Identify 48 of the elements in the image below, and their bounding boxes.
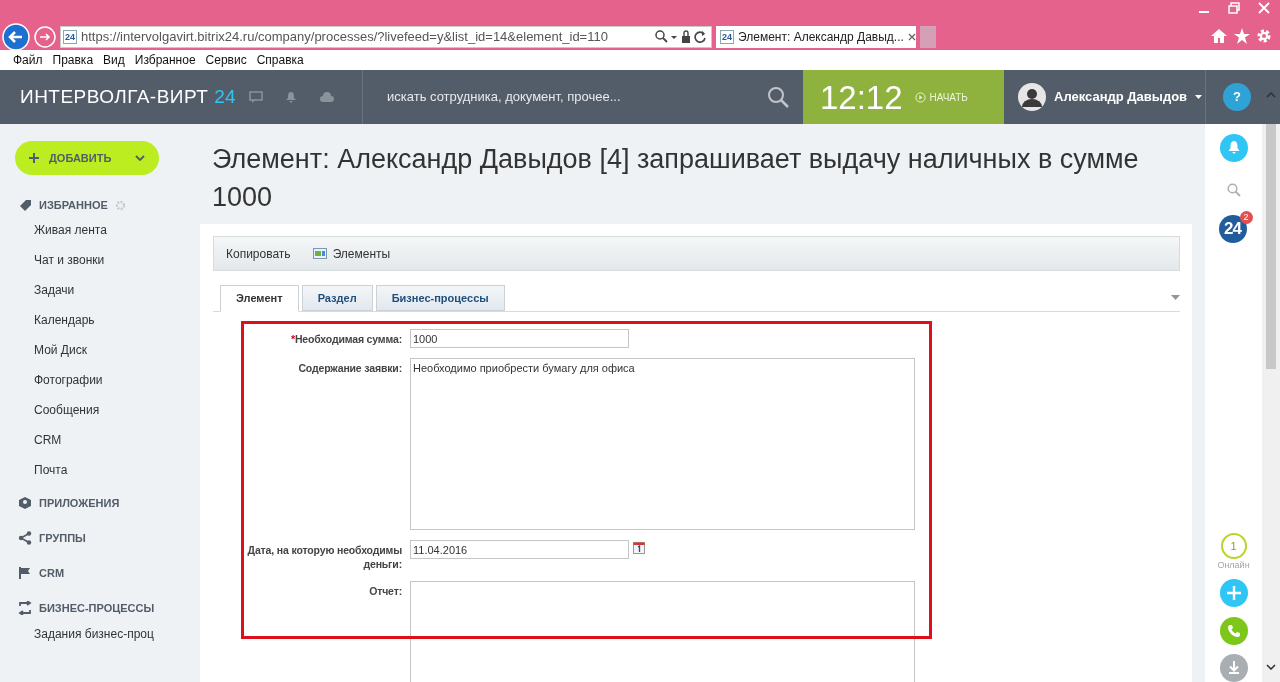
tab[interactable]: Раздел [301, 285, 373, 311]
sidebar-item[interactable]: Мой Диск [34, 342, 200, 358]
favicon: 24 [720, 30, 734, 44]
field-label: Содержание заявки: [297, 361, 402, 375]
section-title[interactable]: ГРУППЫ [39, 529, 86, 547]
url-text: https://intervolgavirt.bitrix24.ru/company/processes/?livefeed=y&list_id=14&element_id=110 [81, 28, 609, 47]
favicon: 24 [63, 30, 77, 44]
sidebar-item[interactable]: Задачи [34, 282, 200, 298]
text-area[interactable]: Необходимо приобрести бумагу для офиса [410, 358, 915, 530]
field-label: Дата, на которую необходимы деньги: [246, 543, 402, 571]
sidebar-item[interactable]: Почта [34, 462, 200, 478]
section-title[interactable]: БИЗНЕС-ПРОЦЕССЫ [39, 599, 155, 617]
menu-item[interactable]: Справка [256, 51, 304, 69]
menu-item[interactable]: Сервис [205, 51, 247, 69]
field-label: Отчет: [368, 584, 402, 598]
toolbar-button[interactable]: Элементы [312, 244, 391, 263]
tab[interactable]: Бизнес-процессы [375, 285, 505, 311]
sidebar-item[interactable]: Сообщения [34, 402, 200, 418]
user-name: Александр Давыдов [1054, 88, 1188, 107]
section-title[interactable]: ПРИЛОЖЕНИЯ [39, 494, 120, 512]
sidebar-item[interactable]: Чат и звонки [34, 252, 200, 268]
date-field[interactable]: 11.04.2016 [410, 540, 629, 559]
field-label: *Необходимая сумма: [289, 332, 402, 346]
section-title[interactable]: ИЗБРАННОЕ [39, 196, 108, 214]
add-button[interactable]: ДОБАВИТЬ [15, 141, 159, 175]
browser-tab[interactable]: 24 Элемент: Александр Давыд... [716, 26, 916, 48]
logo-text: ИНТЕРВОЛГА-ВИРТ [20, 84, 209, 109]
section-title[interactable]: CRM [39, 564, 65, 582]
sidebar-item[interactable]: CRM [34, 432, 200, 448]
search-field[interactable]: искать сотрудника, документ, прочее... [363, 70, 803, 124]
sidebar-item[interactable]: Фотографии [34, 372, 200, 388]
tab-title: Элемент: Александр Давыд... [738, 29, 904, 46]
address-bar[interactable]: 24 https://intervolgavirt.bitrix24.ru/company/processes/?livefeed=y&list_id=14&element_id=110 [60, 26, 712, 48]
logo-text: 24 [214, 84, 236, 109]
toolbar-button[interactable]: Копировать [226, 244, 291, 263]
menu-item[interactable]: Вид [103, 51, 125, 69]
input-field[interactable]: 1000 [410, 329, 629, 348]
user-menu[interactable]: Александр Давыдов [1004, 70, 1205, 124]
sidebar-item[interactable]: Задания бизнес-проц [34, 626, 200, 642]
tab[interactable]: Элемент [220, 285, 299, 312]
sidebar-item[interactable]: Живая лента [34, 222, 200, 238]
sidebar-item[interactable]: Календарь [34, 312, 200, 328]
online-label: Онлайн [1217, 559, 1250, 571]
menu-item[interactable]: Файл [13, 51, 43, 69]
page-title: Элемент: Александр Давыдов [4] запрашивает выдачу наличных в сумме 1000 [211, 143, 1140, 214]
menu-item[interactable]: Избранное [134, 51, 196, 69]
menu-item[interactable]: Правка [52, 51, 94, 69]
clock-text: 12:12 [820, 80, 903, 114]
